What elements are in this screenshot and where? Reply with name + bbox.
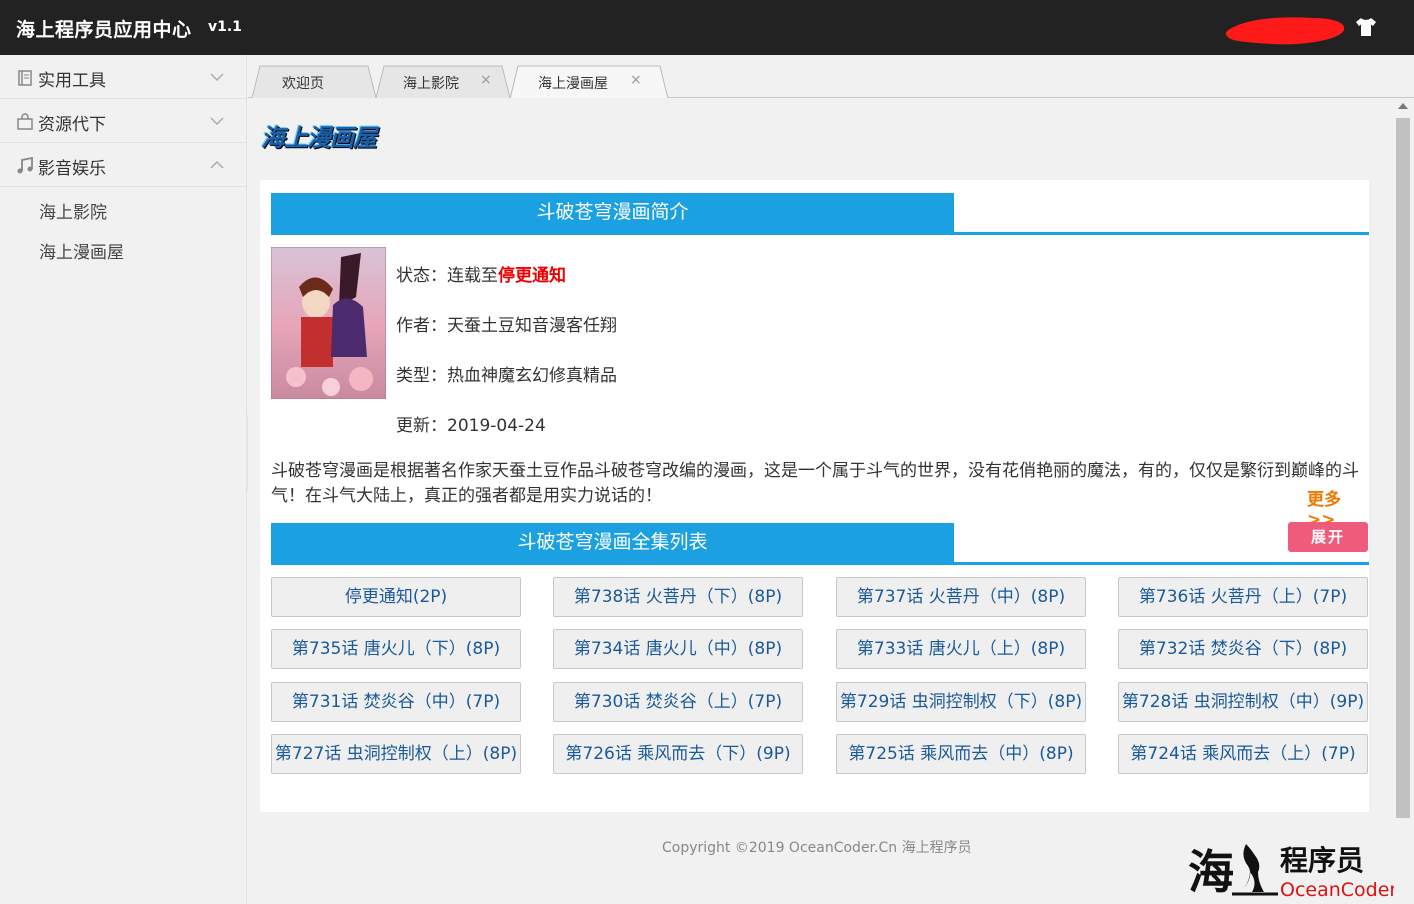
info-author: 作者：天蚕土豆知音漫客任翔 [396,311,617,336]
tab-bar: 欢迎页 海上影院 × 海上漫画屋 × [248,55,1414,99]
info-update: 更新：2019-04-24 [396,411,546,436]
tab-comics[interactable]: 海上漫画屋 × [510,65,668,99]
tshirt-icon[interactable] [1354,16,1378,38]
comic-card: 斗破苍穹漫画简介 状态：连载至停更通知 作者：天蚕土豆知音漫客任翔 类型：热血神… [260,180,1369,812]
sidebar-group-label: 资源代下 [38,115,106,135]
app-version: v1.1 [208,19,242,35]
episode-button[interactable]: 第736话 火菩丹（上）(7P) [1118,577,1368,617]
episode-button[interactable]: 第725话 乘风而去（中）(8P) [836,734,1086,774]
sidebar: 实用工具 资源代下 影音娱乐 海上影院 海上漫画屋 [0,55,247,904]
info-status-label: 状态： [396,266,447,286]
sidebar-item-comics[interactable]: 海上漫画屋 [0,233,246,273]
sidebar-group-entertainment[interactable]: 影音娱乐 [0,143,246,187]
tab-label: 海上漫画屋 [538,76,608,92]
music-note-icon [17,157,33,174]
sidebar-group-label: 影音娱乐 [38,159,106,179]
page-logo-title: 海上漫画屋 [261,124,377,152]
bag-icon [17,113,33,130]
info-update-label: 更新： [396,416,447,436]
comic-cover-image[interactable] [271,247,386,399]
logo-char: 海 [1188,845,1234,899]
redacted-username[interactable] [1222,12,1348,48]
episode-button[interactable]: 第729话 虫洞控制权（下）(8P) [836,682,1086,722]
main-content: 海上漫画屋 斗破苍穹漫画简介 状态：连载至停更通知 作者：天蚕土豆知音漫客任翔 … [248,98,1414,904]
info-update-value: 2019-04-24 [447,416,546,436]
episode-button[interactable]: 第735话 唐火儿（下）(8P) [271,629,521,669]
scrollbar-thumb[interactable] [1396,118,1410,818]
episode-button[interactable]: 第732话 焚炎谷（下）(8P) [1118,629,1368,669]
intro-heading: 斗破苍穹漫画简介 [271,193,954,232]
comic-description: 斗破苍穹漫画是根据著名作家天蚕土豆作品斗破苍穹改编的漫画，这是一个属于斗气的世界… [271,461,1359,506]
info-author-value: 天蚕土豆知音漫客任翔 [447,316,617,336]
episode-button[interactable]: 第734话 唐火儿（中）(8P) [553,629,803,669]
tab-cinema[interactable]: 海上影院 × [376,65,510,98]
chevron-down-icon [210,73,224,82]
sidebar-item-cinema[interactable]: 海上影院 [0,193,246,233]
episode-button[interactable]: 停更通知(2P) [271,577,521,617]
scroll-up-arrow-icon[interactable] [1398,103,1408,109]
list-heading: 斗破苍穹漫画全集列表 [271,523,954,562]
tab-label: 海上影院 [403,76,459,92]
episode-button[interactable]: 第737话 火菩丹（中）(8P) [836,577,1086,617]
close-icon[interactable]: × [630,72,642,88]
info-type: 类型：热血神魔玄幻修真精品 [396,361,617,386]
sidebar-group-downloads[interactable]: 资源代下 [0,99,246,143]
logo-text: 程序员 [1280,844,1364,877]
intro-section-header: 斗破苍穹漫画简介 [271,193,1369,235]
info-type-label: 类型： [396,366,447,386]
episode-button[interactable]: 第724话 乘风而去（上）(7P) [1118,734,1368,774]
expand-button[interactable]: 展开 [1288,522,1368,552]
tab-welcome[interactable]: 欢迎页 [252,65,376,98]
episode-button[interactable]: 第731话 焚炎谷（中）(7P) [271,682,521,722]
episode-button[interactable]: 第728话 虫洞控制权（中）(9P) [1118,682,1368,722]
chevron-down-icon [210,117,224,126]
top-bar: 海上程序员应用中心 v1.1 [0,0,1414,55]
info-status-value: 停更通知 [498,266,566,286]
episode-button[interactable]: 第733话 唐火儿（上）(8P) [836,629,1086,669]
book-icon [18,70,32,86]
sidebar-group-tools[interactable]: 实用工具 [0,55,246,99]
list-section-header: 斗破苍穹漫画全集列表 [271,523,1369,565]
oceancoder-logo: 海 程序员 OceanCoder.cn [1188,844,1413,901]
episode-button[interactable]: 第738话 火菩丹（下）(8P) [553,577,803,617]
episode-button[interactable]: 第727话 虫洞控制权（上）(8P) [271,734,521,774]
episode-button[interactable]: 第730话 焚炎谷（上）(7P) [553,682,803,722]
app-title: 海上程序员应用中心 [16,19,192,41]
chevron-up-icon [210,160,224,169]
info-author-label: 作者： [396,316,447,336]
episode-button[interactable]: 第726话 乘风而去（下）(9P) [553,734,803,774]
info-type-value: 热血神魔玄幻修真精品 [447,366,617,386]
tab-label: 欢迎页 [282,76,324,92]
sidebar-submenu: 海上影院 海上漫画屋 [0,187,246,273]
sidebar-group-label: 实用工具 [38,71,106,91]
info-status: 状态：连载至停更通知 [396,261,566,286]
close-icon[interactable]: × [480,72,492,88]
info-status-prefix: 连载至 [447,266,498,286]
footer-copyright: Copyright ©2019 OceanCoder.Cn 海上程序员 [662,840,972,856]
